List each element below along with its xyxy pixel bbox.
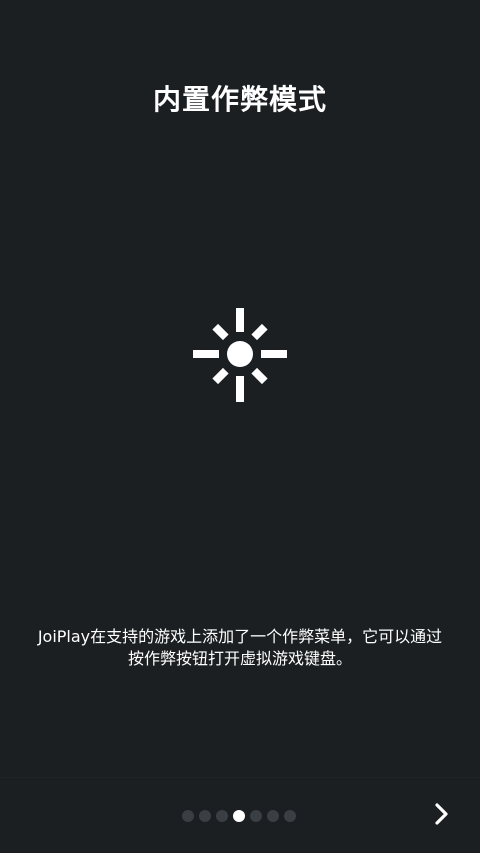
- brightness-sun-icon: [190, 306, 290, 406]
- page-dot-1[interactable]: [182, 810, 194, 822]
- bottom-divider: [0, 777, 480, 778]
- page-dot-7[interactable]: [284, 810, 296, 822]
- page-dot-4-active[interactable]: [233, 810, 245, 822]
- page-dot-3[interactable]: [216, 810, 228, 822]
- page-dot-2[interactable]: [199, 810, 211, 822]
- description-text: JoiPlay在支持的游戏上添加了一个作弊菜单，它可以通过 按作弊按钮打开虚拟游…: [20, 626, 460, 670]
- description-line-1: JoiPlay在支持的游戏上添加了一个作弊菜单，它可以通过: [37, 627, 443, 646]
- page-indicator: [182, 810, 296, 822]
- next-button[interactable]: [428, 800, 456, 828]
- onboarding-screen: 内置作弊模式 JoiPlay在支持的游戏上添加了一个作弊菜单，它可以通过 按作弊…: [0, 0, 480, 853]
- page-dot-5[interactable]: [250, 810, 262, 822]
- chevron-right-icon: [435, 803, 448, 825]
- description-line-2: 按作弊按钮打开虚拟游戏键盘。: [127, 649, 352, 668]
- page-dot-6[interactable]: [267, 810, 279, 822]
- page-title: 内置作弊模式: [152, 83, 327, 116]
